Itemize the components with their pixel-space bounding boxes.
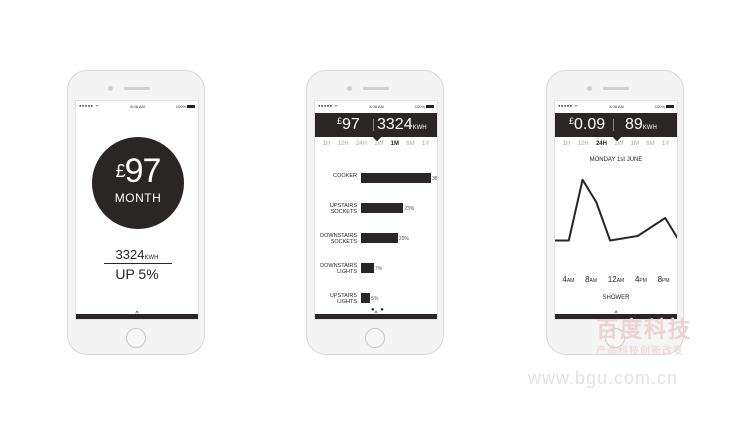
tab-1m[interactable]: 1M	[391, 141, 399, 147]
row-label: DOWNSTAIRS SOCKETS	[320, 233, 357, 245]
tab-1h[interactable]: 1H	[563, 141, 571, 147]
tab-1w[interactable]: 1W	[374, 141, 383, 147]
status-bar: ●●●●● ᯤ 8:08 AM 100%	[315, 102, 437, 110]
home-button[interactable]	[365, 328, 385, 348]
summary-header: £97 3324KWH	[315, 113, 437, 142]
time-label: 4AM	[562, 275, 575, 284]
breakdown-row[interactable]: UPSTAIRS SOCKETS 23%	[315, 203, 437, 223]
tab-6m[interactable]: 6M	[646, 141, 654, 147]
kwh-usage: 3324KWH	[115, 247, 159, 262]
period-tabs: 1H 12H 24H 1W 1M 6M 1Y	[555, 141, 677, 147]
tab-1h[interactable]: 1H	[323, 141, 331, 147]
tab-1w[interactable]: 1W	[614, 141, 623, 147]
screen-daily: ●●●●● ᯤ 8:08 AM 100% £0.09 89KWH 1H 12H 24…	[554, 100, 678, 320]
screen-summary: ●●●●● ᯤ 8:08 AM 100% £97 MONTH 3324KWH U…	[75, 100, 199, 320]
time-label: 8AM	[585, 275, 598, 284]
row-label: UPSTAIRS SOCKETS	[329, 203, 357, 215]
period-label: MONTH	[114, 191, 162, 205]
tab-1m[interactable]: 1M	[631, 141, 639, 147]
header-divider	[613, 119, 614, 131]
battery-indicator: 100%	[415, 104, 434, 109]
period-tabs: 1H 12H 24H 1W 1M 6M 1Y	[315, 141, 437, 147]
screen-breakdown: ●●●●● ᯤ 8:08 AM 100% £97 3324KWH 1H 12H 24…	[314, 100, 438, 320]
battery-indicator: 100%	[176, 104, 195, 109]
usage-bar	[361, 293, 371, 303]
tab-6m[interactable]: 6M	[406, 141, 414, 147]
battery-icon	[186, 104, 195, 108]
change-indicator: UP 5%	[115, 266, 159, 282]
row-label: COOKER	[333, 173, 357, 179]
signal-indicator: ●●●●● ᯤ	[318, 103, 339, 108]
tab-1y[interactable]: 1Y	[662, 141, 669, 147]
status-bar: ●●●●● ᯤ 8:08 AM 100%	[555, 102, 677, 110]
tab-1y[interactable]: 1Y	[422, 141, 429, 147]
cost-value: £97	[337, 116, 360, 133]
status-time: 8:08 AM	[130, 103, 145, 109]
usage-bar	[361, 233, 398, 243]
earpiece	[603, 87, 629, 90]
breakdown-row[interactable]: COOKER 38%	[315, 173, 437, 193]
status-time: 8:08 AM	[369, 103, 384, 109]
date-title: MONDAY 1st JUNE	[589, 157, 643, 163]
summary-header: £0.09 89KWH	[555, 113, 677, 142]
tab-12h[interactable]: 12H	[338, 141, 349, 147]
usage-bar	[361, 203, 404, 213]
earpiece	[124, 87, 150, 90]
signal-indicator: ●●●●● ᯤ	[558, 103, 579, 108]
usage-line	[555, 178, 677, 242]
watermark-url: www.bgu.com.cn	[528, 368, 679, 388]
kwh-value: 3324KWH	[377, 116, 427, 133]
tab-24h[interactable]: 24H	[356, 141, 367, 147]
earpiece	[363, 87, 389, 90]
chevron-up-icon[interactable]: ^	[372, 311, 380, 318]
status-bar: ●●●●● ᯤ 8:08 AM 100%	[76, 102, 198, 110]
time-label: 12AM	[607, 275, 625, 284]
battery-indicator: 100%	[655, 104, 674, 109]
phone-1: ●●●●● ᯤ 8:08 AM 100% £97 MONTH 3324KWH U…	[67, 70, 205, 355]
camera	[587, 86, 592, 91]
cost-value: £0.09	[569, 116, 606, 133]
row-label: UPSTAIRS LIGHTS	[329, 293, 357, 305]
breakdown-row[interactable]: DOWNSTAIRS SOCKETS 20%	[315, 233, 437, 253]
event-annotation: SHOWER	[602, 295, 630, 301]
usage-line-chart	[555, 178, 677, 242]
time-axis: 4AM 8AM 12AM 4PM 8PM	[555, 275, 677, 284]
divider	[104, 263, 172, 264]
chevron-up-icon[interactable]: ^	[133, 311, 141, 318]
row-percent: 5%	[371, 296, 379, 302]
battery-icon	[665, 104, 674, 108]
watermark-brand: 百度科技	[596, 317, 693, 342]
tab-24h[interactable]: 24H	[596, 141, 607, 147]
phone-2: ●●●●● ᯤ 8:08 AM 100% £97 3324KWH 1H 12H 24…	[306, 70, 444, 355]
tab-12h[interactable]: 12H	[578, 141, 589, 147]
row-label: DOWNSTAIRS LIGHTS	[320, 263, 357, 275]
row-percent: 20%	[398, 236, 409, 242]
signal-indicator: ●●●●● ᯤ	[79, 103, 100, 108]
row-percent: 38%	[432, 176, 438, 182]
currency-symbol: £	[115, 161, 126, 181]
camera	[347, 86, 352, 91]
battery-icon	[425, 104, 434, 108]
breakdown-row[interactable]: DOWNSTAIRS LIGHTS 7%	[315, 263, 437, 283]
monthly-cost-circle[interactable]: £97 MONTH	[92, 137, 184, 229]
time-label: 4PM	[634, 275, 647, 284]
watermark-sub: 产品科技创新改变	[596, 346, 684, 357]
home-button[interactable]	[126, 328, 146, 348]
header-divider	[373, 119, 374, 131]
monthly-cost: £97	[115, 152, 162, 190]
usage-bar	[361, 263, 374, 273]
status-time: 8:08 AM	[609, 103, 624, 109]
row-percent: 7%	[374, 266, 383, 272]
header-notch	[372, 132, 382, 142]
row-percent: 23%	[404, 206, 415, 212]
time-label: 8PM	[657, 275, 670, 284]
kwh-value: 89KWH	[625, 116, 657, 133]
header-notch	[612, 132, 622, 142]
camera	[108, 86, 113, 91]
usage-bar	[361, 173, 431, 183]
